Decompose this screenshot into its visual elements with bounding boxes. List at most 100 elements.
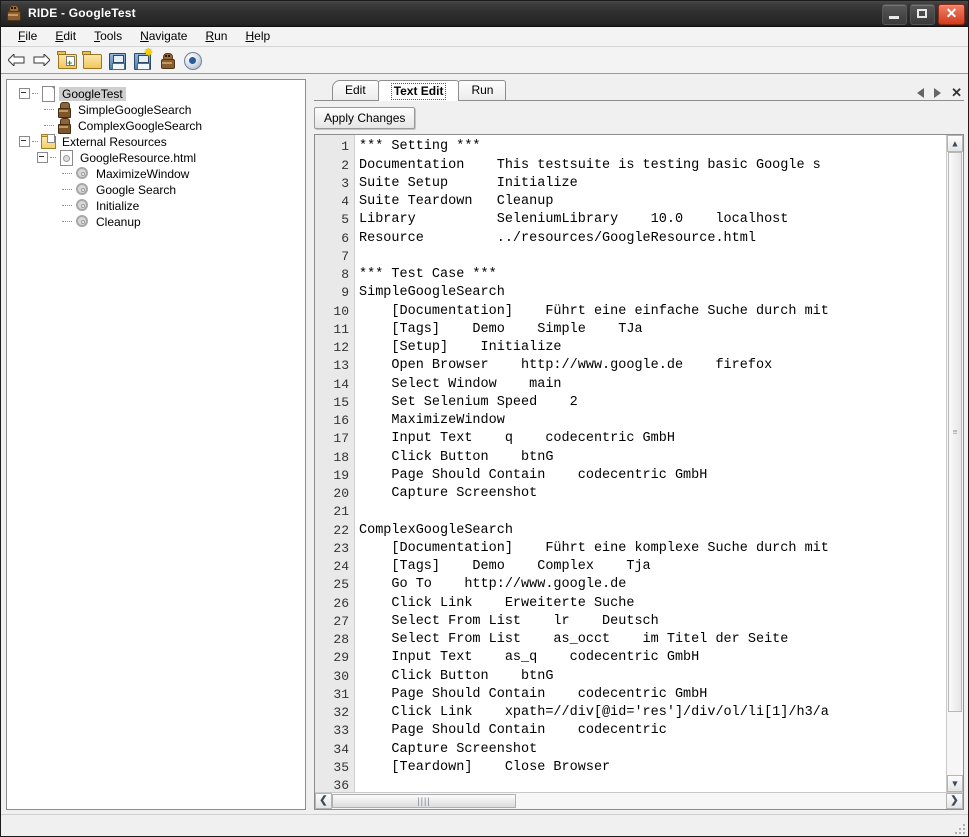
save-all-icon[interactable]: ✸ (132, 50, 152, 70)
tab-run-label: Run (471, 83, 493, 97)
gear-icon (74, 166, 90, 181)
tab-text-edit-label: Text Edit (391, 83, 447, 100)
scroll-right-button[interactable]: ❯ (946, 793, 963, 809)
tab-nav-controls: ✕ (917, 88, 962, 98)
horizontal-scroll-thumb[interactable]: |||| (332, 794, 516, 808)
close-button[interactable]: ✕ (938, 4, 965, 25)
vertical-scrollbar[interactable]: ▲ ≡ ▼ (946, 135, 963, 792)
collapse-icon[interactable] (19, 88, 30, 99)
tab-edit-label: Edit (345, 83, 366, 97)
menu-run[interactable]: Run (196, 28, 236, 44)
tree-node-label: Cleanup (93, 215, 144, 229)
back-icon[interactable] (7, 50, 27, 70)
close-icon: ✕ (939, 5, 964, 24)
tree-node-initialize[interactable]: Initialize (7, 198, 305, 214)
collapse-icon[interactable] (19, 136, 30, 147)
save-icon[interactable] (107, 50, 127, 70)
stop-icon[interactable] (182, 50, 202, 70)
editor-panel: Edit Text Edit Run ✕ Apply Changes 12345… (314, 79, 964, 810)
apply-bar: Apply Changes (314, 101, 964, 131)
tab-edit[interactable]: Edit (332, 80, 379, 100)
horizontal-scroll-track[interactable]: |||| (332, 793, 946, 809)
scroll-down-button[interactable]: ▼ (947, 775, 963, 792)
scroll-grip-icon: ≡ (953, 428, 958, 437)
prev-tab-icon[interactable] (917, 88, 924, 98)
menubar: File Edit Tools Navigate Run Help (1, 27, 968, 47)
tree-node-label: GoogleTest (59, 87, 126, 101)
main-split: GoogleTest SimpleGoogleSearch ComplexGoo… (1, 74, 968, 814)
menu-navigate[interactable]: Navigate (131, 28, 196, 44)
tree-node-label: GoogleResource.html (77, 151, 199, 165)
menu-help-mnemonic: H (245, 29, 254, 43)
window-controls: ✕ (882, 4, 965, 25)
resource-icon (58, 150, 74, 165)
project-tree: GoogleTest SimpleGoogleSearch ComplexGoo… (7, 80, 305, 230)
folder-icon (40, 134, 56, 149)
menu-help[interactable]: Help (236, 28, 279, 44)
line-number-gutter: 1234567891011121314151617181920212223242… (315, 135, 355, 792)
project-tree-panel[interactable]: GoogleTest SimpleGoogleSearch ComplexGoo… (6, 79, 306, 810)
titlebar: RIDE - GoogleTest ✕ (1, 1, 968, 27)
tree-node-maximizewindow[interactable]: MaximizeWindow (7, 166, 305, 182)
menu-navigate-rest: avigate (149, 29, 188, 43)
tree-node-label: ComplexGoogleSearch (75, 119, 205, 133)
scroll-up-button[interactable]: ▲ (947, 135, 963, 152)
scroll-left-button[interactable]: ❮ (315, 793, 332, 809)
minimize-button[interactable] (882, 4, 907, 25)
menu-help-rest: elp (254, 29, 270, 43)
app-robot-icon (6, 5, 22, 21)
window-title: RIDE - GoogleTest (28, 6, 136, 20)
tree-node-complexgooglesearch[interactable]: ComplexGoogleSearch (7, 118, 305, 134)
apply-changes-button[interactable]: Apply Changes (314, 107, 415, 129)
menu-run-rest: un (214, 29, 227, 43)
tree-node-cleanup[interactable]: Cleanup (7, 214, 305, 230)
menu-edit-rest: dit (63, 29, 76, 43)
robot-icon (56, 102, 72, 117)
menu-edit[interactable]: Edit (46, 28, 85, 44)
horizontal-scrollbar[interactable]: ❮ |||| ❯ (315, 792, 963, 809)
robot-icon (56, 118, 72, 133)
open-file-icon[interactable] (82, 50, 102, 70)
hscroll-grip-icon: |||| (417, 796, 430, 806)
tab-text-edit[interactable]: Text Edit (378, 80, 460, 101)
ride-main-window: RIDE - GoogleTest ✕ File Edit Tools Navi… (0, 0, 969, 837)
code-area[interactable]: 1234567891011121314151617181920212223242… (315, 135, 946, 792)
collapse-icon[interactable] (37, 152, 48, 163)
maximize-button[interactable] (910, 4, 935, 25)
menu-run-mnemonic: R (205, 29, 214, 43)
tree-node-label: External Resources (59, 135, 170, 149)
menu-tools-rest: ools (100, 29, 122, 43)
statusbar (1, 814, 968, 836)
tree-node-simplegooglesearch[interactable]: SimpleGoogleSearch (7, 102, 305, 118)
run-robot-icon[interactable] (157, 50, 177, 70)
code-text[interactable]: *** Setting ***Documentation This testsu… (355, 135, 946, 792)
menu-file-rest: ile (25, 29, 37, 43)
tree-node-external-resources[interactable]: External Resources (7, 134, 305, 150)
text-editor[interactable]: 1234567891011121314151617181920212223242… (314, 134, 964, 810)
tree-node-label: Google Search (93, 183, 179, 197)
gear-icon (74, 214, 90, 229)
tree-node-label: Initialize (93, 199, 142, 213)
close-tab-icon[interactable]: ✕ (951, 88, 962, 98)
right-chevron-icon: ❯ (950, 796, 958, 806)
vertical-scroll-track[interactable]: ≡ (947, 152, 963, 775)
gear-icon (74, 198, 90, 213)
open-directory-icon[interactable]: + (57, 50, 77, 70)
menu-tools[interactable]: Tools (85, 28, 131, 44)
tree-node-label: MaximizeWindow (93, 167, 192, 181)
tree-node-googleresource[interactable]: GoogleResource.html (7, 150, 305, 166)
gear-icon (74, 182, 90, 197)
next-tab-icon[interactable] (934, 88, 941, 98)
tab-run[interactable]: Run (458, 80, 506, 100)
resize-grip-icon[interactable] (953, 822, 965, 834)
menu-file[interactable]: File (9, 28, 46, 44)
tabstrip: Edit Text Edit Run ✕ (314, 79, 964, 101)
toolbar: + ✸ (1, 47, 968, 74)
forward-icon[interactable] (32, 50, 52, 70)
tree-node-label: SimpleGoogleSearch (75, 103, 194, 117)
tree-node-googletest[interactable]: GoogleTest (7, 86, 305, 102)
menu-navigate-mnemonic: N (140, 29, 149, 43)
document-icon (40, 86, 56, 101)
vertical-scroll-thumb[interactable]: ≡ (948, 152, 962, 712)
tree-node-google-search[interactable]: Google Search (7, 182, 305, 198)
